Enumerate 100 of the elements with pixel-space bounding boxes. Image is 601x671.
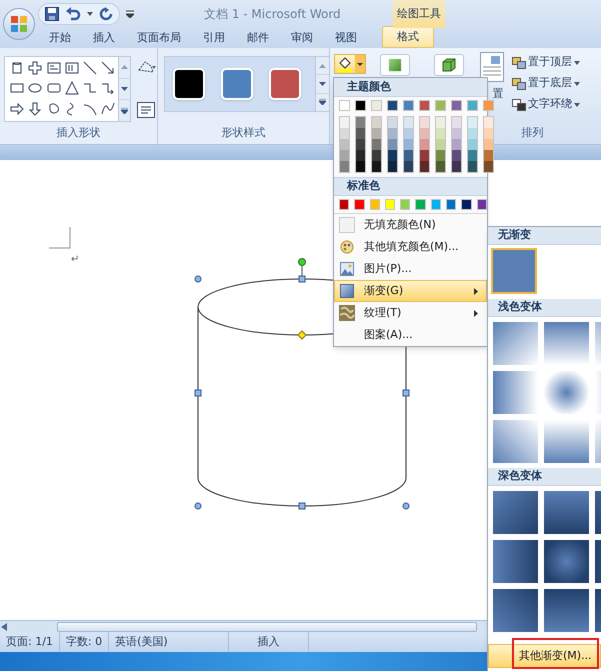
menu-item[interactable]: 图片(P)...	[334, 258, 487, 280]
resize-handle[interactable]	[298, 502, 306, 510]
resize-handle[interactable]	[194, 276, 202, 282]
edit-shape-icon[interactable]	[137, 60, 157, 74]
menu-item[interactable]: 图案(A)...	[334, 324, 487, 346]
ribbon-tab[interactable]: 格式	[382, 26, 434, 48]
menu-item[interactable]: 其他渐变(M)...	[488, 644, 601, 668]
position-label: 置	[492, 86, 504, 102]
dropdown-arrow-icon	[574, 60, 580, 64]
window-title: 文档 1 - Microsoft Word	[204, 6, 341, 23]
color-swatch[interactable]	[355, 100, 366, 111]
shape-style-swatch[interactable]	[173, 68, 205, 100]
style-gallery[interactable]	[164, 56, 330, 112]
position-icon[interactable]	[480, 52, 504, 82]
color-swatch[interactable]	[451, 100, 462, 111]
color-shade-column[interactable]	[419, 116, 430, 173]
adjust-handle[interactable]	[297, 330, 307, 340]
cube-icon	[442, 58, 456, 72]
arrange-menu-button[interactable]: 文字环绕	[512, 96, 580, 113]
color-swatch[interactable]	[430, 199, 442, 210]
color-swatch[interactable]	[467, 100, 478, 111]
gallery-scroll[interactable]	[315, 57, 329, 111]
texture-icon	[339, 305, 355, 321]
ribbon-tab[interactable]: 引用	[192, 28, 236, 48]
menu-section-header: 主题颜色	[334, 78, 487, 97]
color-swatch[interactable]	[483, 100, 494, 111]
resize-handle[interactable]	[298, 276, 306, 282]
color-shade-column[interactable]	[403, 116, 414, 173]
palette-icon	[340, 240, 354, 254]
shape-style-swatch[interactable]	[221, 68, 253, 100]
scroll-left-icon[interactable]	[1, 622, 7, 630]
scroll-up-icon	[120, 65, 128, 70]
margin-corner-mark	[49, 227, 71, 249]
menu-item[interactable]: 纹理(T)	[334, 302, 487, 324]
color-shade-column[interactable]	[467, 116, 478, 173]
color-swatch[interactable]	[339, 199, 350, 210]
ribbon-tab[interactable]: 开始	[38, 28, 82, 48]
picture-icon	[340, 262, 354, 276]
ribbon-tab[interactable]: 视图	[324, 28, 368, 48]
menu-item[interactable]: 渐变(G)	[334, 280, 487, 302]
office-button[interactable]	[3, 8, 35, 40]
color-shade-column[interactable]	[387, 116, 398, 173]
group-label: 排列	[520, 124, 544, 141]
gallery-scroll[interactable]	[118, 57, 130, 121]
scrollbar-thumb[interactable]	[57, 622, 477, 632]
ribbon-tab[interactable]: 页面布局	[126, 28, 192, 48]
resize-handle[interactable]	[402, 502, 410, 510]
color-swatch[interactable]	[476, 199, 487, 210]
ribbon-tab[interactable]: 审阅	[280, 28, 324, 48]
resize-handle[interactable]	[402, 390, 410, 396]
fill-button[interactable]	[334, 54, 366, 74]
resize-handle[interactable]	[194, 502, 202, 510]
undo-icon[interactable]	[65, 7, 81, 21]
more-icon	[120, 108, 128, 114]
color-swatch[interactable]	[387, 100, 398, 111]
resize-handle[interactable]	[194, 390, 202, 396]
color-swatch[interactable]	[370, 199, 380, 210]
scroll-up-icon	[319, 64, 326, 68]
color-shade-column[interactable]	[435, 116, 446, 173]
arrange-menu-button[interactable]: 置于底层	[512, 75, 580, 92]
color-shade-column[interactable]	[371, 116, 382, 173]
shape-style-swatch[interactable]	[269, 68, 301, 100]
text-box-icon[interactable]	[137, 102, 155, 118]
color-swatch[interactable]	[446, 199, 456, 210]
dropdown-arrow-icon	[574, 102, 580, 106]
color-swatch[interactable]	[400, 199, 410, 210]
color-swatch[interactable]	[339, 100, 350, 111]
ribbon-tab[interactable]: 插入	[82, 28, 126, 48]
color-swatch[interactable]	[419, 100, 430, 111]
ribbon-tab[interactable]: 邮件	[236, 28, 280, 48]
menu-item[interactable]: 其他填充颜色(M)...	[334, 236, 487, 258]
layers-icon	[512, 98, 526, 110]
color-shade-column[interactable]	[483, 116, 494, 173]
color-swatch[interactable]	[435, 100, 446, 111]
3d-effects-button[interactable]	[434, 54, 464, 76]
rotate-handle[interactable]	[298, 258, 306, 266]
arrange-menu-button[interactable]: 置于顶层	[512, 54, 580, 71]
dropdown-arrow-icon[interactable]	[87, 12, 93, 16]
color-swatch[interactable]	[461, 199, 472, 210]
menu-item[interactable]: 无填充颜色(N)	[334, 214, 487, 236]
gradient-tile[interactable]	[491, 248, 537, 294]
color-shade-column[interactable]	[451, 116, 462, 173]
color-swatch[interactable]	[354, 199, 365, 210]
shadow-effects-button[interactable]	[380, 54, 410, 76]
color-swatch[interactable]	[415, 199, 426, 210]
save-icon[interactable]	[45, 7, 59, 21]
office-logo-icon	[10, 15, 28, 33]
layers-icon	[512, 56, 526, 68]
shape-icon[interactable]	[44, 60, 63, 76]
color-swatch[interactable]	[371, 100, 382, 111]
color-shade-column[interactable]	[339, 116, 350, 173]
customize-toolbar-icon[interactable]	[126, 10, 134, 18]
color-swatch[interactable]	[403, 100, 414, 111]
redo-icon[interactable]	[99, 7, 113, 21]
color-shade-column[interactable]	[355, 116, 366, 173]
group-label: 形状样式	[220, 124, 266, 141]
paint-bucket-icon	[337, 56, 353, 72]
dropdown-arrow-icon	[574, 82, 580, 86]
shape-icon[interactable]	[62, 60, 81, 76]
color-swatch[interactable]	[384, 199, 396, 210]
